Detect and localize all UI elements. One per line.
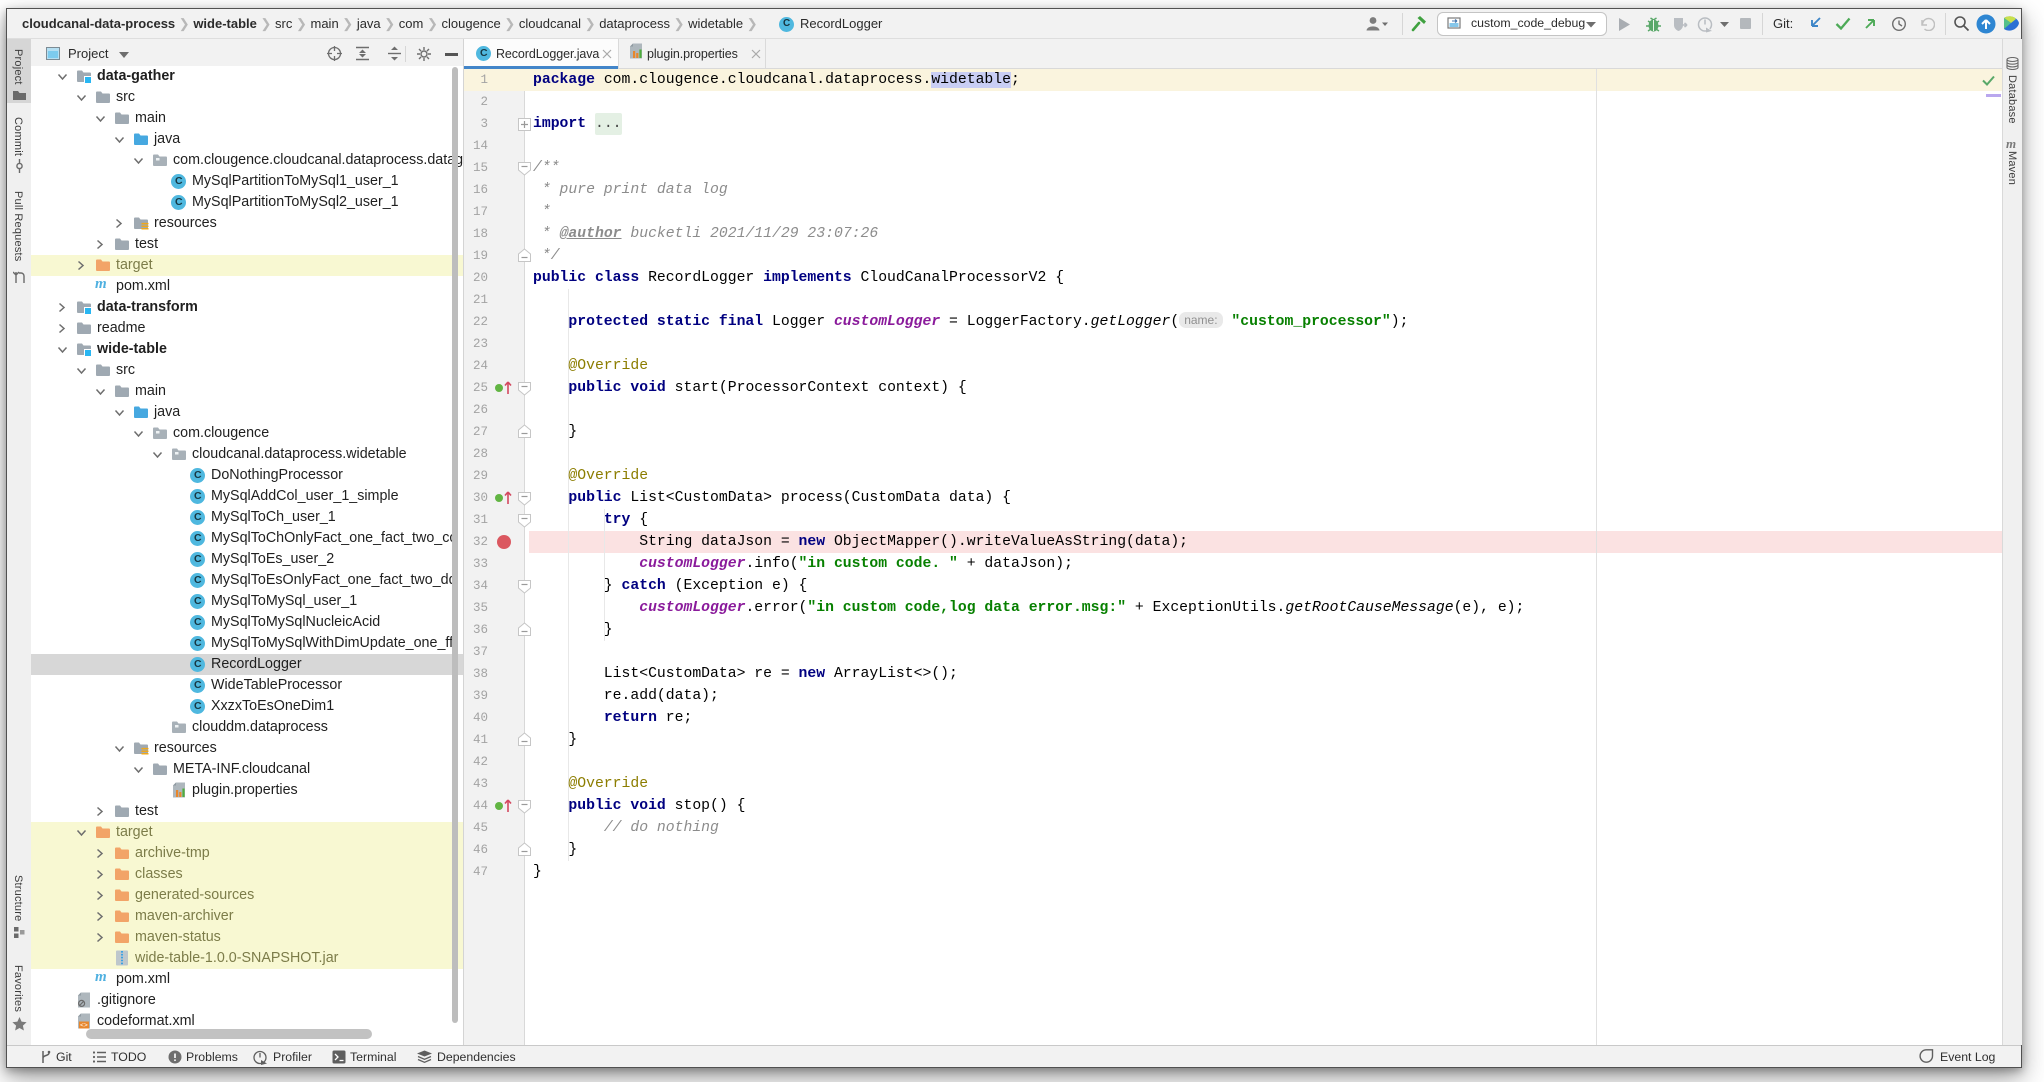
svg-text:<>: <> [80, 1022, 88, 1029]
